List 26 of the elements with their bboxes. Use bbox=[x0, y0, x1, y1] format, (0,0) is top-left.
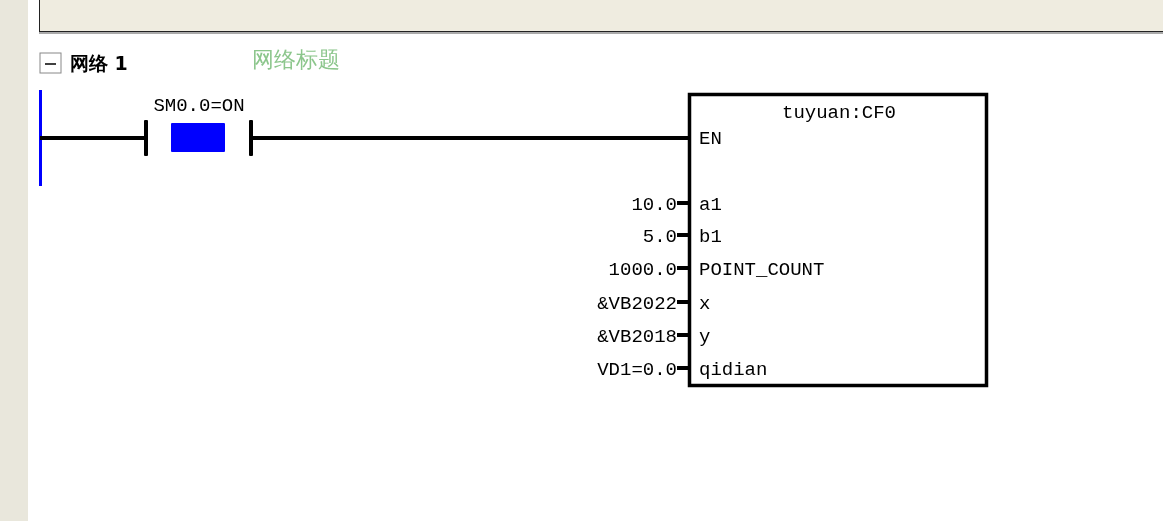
pin-value: 5.0 bbox=[642, 226, 677, 248]
pin-label: EN bbox=[699, 128, 722, 150]
pin-value: 1000.0 bbox=[608, 259, 677, 281]
network-label: 网络 1 bbox=[70, 52, 128, 74]
pin-stub bbox=[677, 333, 689, 337]
contact-symbol[interactable] bbox=[144, 120, 253, 156]
pin-label: x bbox=[699, 293, 711, 315]
pin-label: y bbox=[699, 326, 711, 348]
pin-label: POINT_COUNT bbox=[699, 259, 825, 281]
pin-value: &VB2022 bbox=[597, 293, 677, 315]
pin-stub bbox=[677, 300, 689, 304]
network-title[interactable]: 网络标题 bbox=[252, 47, 340, 72]
pin-value: VD1=0.0 bbox=[597, 359, 677, 381]
pin-label: qidian bbox=[699, 359, 768, 381]
contact-label: SM0.0=ON bbox=[153, 95, 245, 117]
pin-stub bbox=[677, 201, 689, 205]
function-block[interactable] bbox=[687, 92, 989, 388]
pin-stub bbox=[677, 233, 689, 237]
pin-stub bbox=[677, 366, 689, 370]
block-title: tuyuan:CF0 bbox=[782, 102, 896, 124]
pin-stub bbox=[677, 266, 689, 270]
pin-label: a1 bbox=[699, 194, 722, 216]
pin-value: 10.0 bbox=[631, 194, 677, 216]
pin-label: b1 bbox=[699, 226, 722, 248]
collapse-icon[interactable] bbox=[39, 52, 62, 74]
pin-value: &VB2018 bbox=[597, 326, 677, 348]
